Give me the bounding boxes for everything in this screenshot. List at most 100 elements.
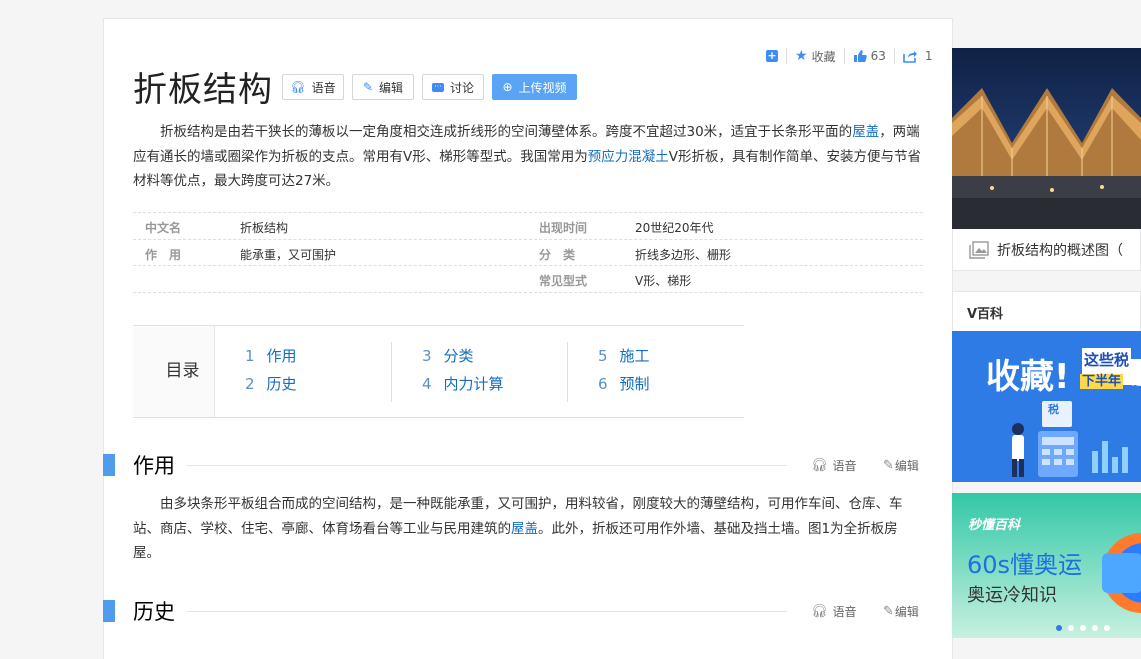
section-title: 历史 <box>133 600 175 624</box>
headphones-icon: 🎧︎ <box>811 458 828 473</box>
vbaike-ad-tax[interactable]: 收藏! 这些税 下半年 继 税 <box>952 331 1141 482</box>
folded-plate-roof-photo <box>952 48 1141 229</box>
ad-brand-logo: 秒懂百科 <box>968 518 1021 533</box>
upload-video-button[interactable]: ⊕ 上传视频 <box>492 74 577 100</box>
ad-tax-badge: 税 <box>1048 403 1059 416</box>
toc-item[interactable]: 1 作用 <box>245 345 297 366</box>
pencil-icon: ✎ <box>883 458 894 473</box>
toc-text: 施工 <box>619 347 650 365</box>
info-value-name: 折板结构 <box>240 221 289 235</box>
info-row: 中文名 折板结构 出现时间 20世纪20年代 <box>133 212 923 240</box>
info-value-time: 20世纪20年代 <box>635 221 714 235</box>
divider <box>786 48 787 64</box>
headphones-icon: 🎧︎ <box>290 80 306 94</box>
carousel-dot[interactable] <box>1080 625 1086 631</box>
carousel-dot[interactable] <box>1104 625 1110 631</box>
pencil-icon: ✎ <box>362 80 374 94</box>
toc-text: 预制 <box>619 375 650 393</box>
toc-text: 历史 <box>266 375 297 393</box>
carousel-dots <box>1056 625 1110 631</box>
add-button[interactable]: + <box>766 50 778 62</box>
voice-label: 语音 <box>832 605 857 619</box>
ad-subtitle-2: 下半年 继 <box>1080 370 1141 389</box>
ad-subtitle-text: 下半年 <box>1080 374 1124 389</box>
divider <box>187 611 787 612</box>
page-title: 折板结构 <box>133 70 273 110</box>
summary-image[interactable] <box>952 48 1141 229</box>
toc-number: 1 <box>245 347 255 365</box>
toc-item[interactable]: 2 历史 <box>245 373 297 394</box>
favorite-label: 收藏 <box>811 49 836 64</box>
favorite-button[interactable]: ★ 收藏 <box>795 48 836 65</box>
carousel-dot[interactable] <box>1092 625 1098 631</box>
info-value-type: 折线多边形、栅形 <box>635 247 732 262</box>
info-key-form: 常见型式 <box>539 274 588 288</box>
toc-label: 目录 <box>133 326 215 417</box>
ad-subtitle-text: 这些税 <box>1084 351 1130 369</box>
toc-number: 2 <box>245 375 255 393</box>
vbaike-header: V百科 <box>952 291 1141 331</box>
ad-subtitle: 这些税 <box>1082 348 1132 371</box>
info-key-use: 作 用 <box>145 247 182 262</box>
info-key-type: 分 类 <box>539 247 576 262</box>
toc-text: 作用 <box>266 347 297 365</box>
caption-text: 折板结构的概述图（ <box>997 242 1123 259</box>
like-button[interactable]: 63 <box>853 49 886 63</box>
miaodong-ad-olympics[interactable]: 秒懂百科 60s懂奥运 奥运冷知识 <box>952 493 1141 638</box>
summary-image-caption[interactable]: 折板结构的概述图（ <box>952 229 1141 271</box>
section-edit-button[interactable]: ✎ 编辑 <box>883 457 919 474</box>
ad-headline: 60s懂奥运 <box>967 551 1083 579</box>
like-count: 63 <box>870 49 886 63</box>
info-key-name: 中文名 <box>145 221 182 235</box>
section-edit-button[interactable]: ✎ 编辑 <box>883 603 919 620</box>
section-bar <box>103 600 115 622</box>
carousel-dot-active[interactable] <box>1056 625 1062 631</box>
link-prestressed-concrete[interactable]: 预应力混凝土 <box>588 149 669 165</box>
divider <box>187 465 787 466</box>
summary-paragraph: 折板结构是由若干狭长的薄板以一定角度相交连成折线形的空间薄壁体系。跨度不宜超过3… <box>133 120 923 194</box>
voice-button[interactable]: 🎧︎ 语音 <box>282 74 344 100</box>
section-use-paragraph: 由多块条形平板组合而成的空间结构，是一种既能承重，又可围护，用料较省，刚度较大的… <box>133 492 923 566</box>
toc-number: 5 <box>598 347 608 365</box>
summary-text: 折板结构是由若干狭长的薄板以一定角度相交连成折线形的空间薄壁体系。跨度不宜超过3… <box>160 124 853 140</box>
ad-subtitle: 奥运冷知识 <box>967 585 1057 606</box>
info-row: 常见型式 V形、梯形 <box>133 266 923 293</box>
carousel-dot[interactable] <box>1068 625 1074 631</box>
voice-label: 语音 <box>311 80 336 95</box>
section-bar <box>103 454 115 476</box>
entry-actions: + ★ 收藏 63 1 <box>766 46 933 66</box>
toc-item[interactable]: 5 施工 <box>598 345 650 366</box>
info-value-form: V形、梯形 <box>635 274 692 288</box>
discuss-label: 讨论 <box>449 80 474 95</box>
section-voice-button[interactable]: 🎧︎ 语音 <box>811 603 857 620</box>
table-of-contents: 目录 1 作用 2 历史 3 分类 4 内力计算 5 施工 6 预制 <box>133 325 744 418</box>
upload-video-label: 上传视频 <box>518 80 567 95</box>
toc-number: 3 <box>422 347 432 365</box>
divider <box>567 342 568 402</box>
toc-number: 6 <box>598 375 608 393</box>
edit-label: 编辑 <box>894 605 919 619</box>
toc-item[interactable]: 4 内力计算 <box>422 373 504 394</box>
star-icon: ★ <box>795 48 808 64</box>
discuss-button[interactable]: ··· 讨论 <box>422 74 484 100</box>
toc-text: 内力计算 <box>443 375 504 393</box>
toc-item[interactable]: 3 分类 <box>422 345 474 366</box>
chat-icon: ··· <box>431 82 444 92</box>
section-voice-button[interactable]: 🎧︎ 语音 <box>811 457 857 474</box>
edit-button[interactable]: ✎ 编辑 <box>352 74 414 100</box>
plus-icon: + <box>766 49 778 62</box>
link-roof[interactable]: 屋盖 <box>511 521 538 537</box>
share-button[interactable]: 1 <box>903 49 933 63</box>
section-heading-use: 作用 🎧︎ 语音 ✎ 编辑 <box>103 452 923 478</box>
voice-label: 语音 <box>832 459 857 473</box>
toc-number: 4 <box>422 375 432 393</box>
section-heading-history: 历史 🎧︎ 语音 ✎ 编辑 <box>103 598 923 624</box>
image-gallery-icon <box>969 240 989 259</box>
share-icon <box>903 51 917 63</box>
edit-label: 编辑 <box>379 80 404 95</box>
thumbs-up-icon <box>853 50 867 62</box>
divider <box>893 48 895 64</box>
link-roof[interactable]: 屋盖 <box>852 124 879 140</box>
toc-item[interactable]: 6 预制 <box>598 373 650 394</box>
info-row: 作 用 能承重，又可围护 分 类 折线多边形、栅形 <box>133 240 923 266</box>
